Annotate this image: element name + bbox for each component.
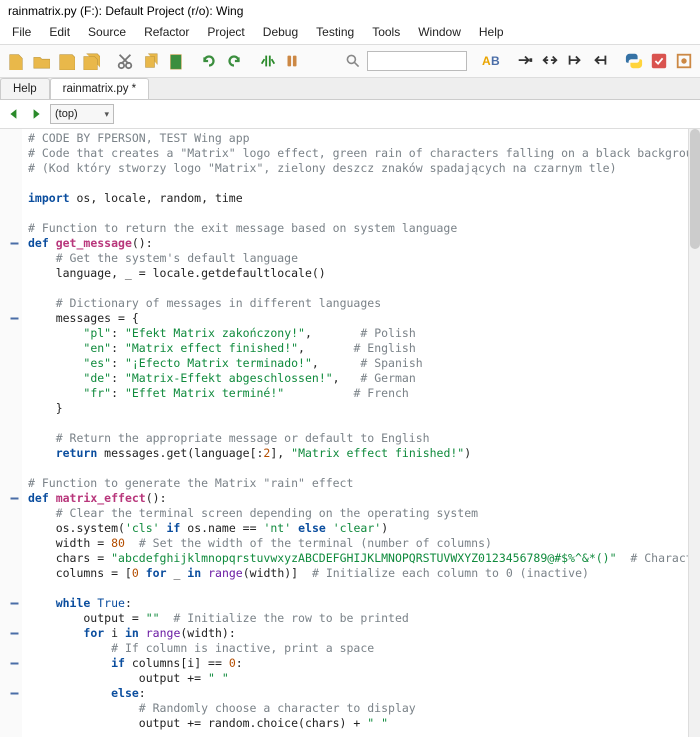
scope-label: (top) — [55, 108, 78, 120]
menu-file[interactable]: File — [4, 22, 39, 42]
menu-source[interactable]: Source — [80, 22, 134, 42]
svg-text:A: A — [482, 54, 491, 68]
scope-dropdown[interactable]: (top) ▾ — [50, 104, 114, 124]
stop-icon[interactable] — [590, 49, 611, 73]
new-file-icon[interactable] — [6, 49, 27, 73]
open-icon[interactable] — [31, 49, 52, 73]
window-title: rainmatrix.py (F:): Default Project (r/o… — [0, 0, 700, 20]
nav-forward[interactable] — [28, 106, 44, 122]
step-out-icon[interactable] — [565, 49, 586, 73]
save-icon[interactable] — [56, 49, 77, 73]
menu-bar: FileEditSourceRefactorProjectDebugTestin… — [0, 20, 700, 45]
menu-debug[interactable]: Debug — [255, 22, 306, 42]
vertical-scrollbar[interactable] — [688, 129, 700, 737]
code-editor: # CODE BY FPERSON, TEST Wing app # Code … — [0, 129, 700, 737]
cut-icon[interactable] — [115, 49, 136, 73]
toolbar: AB — [0, 45, 700, 78]
step-into-icon[interactable] — [515, 49, 536, 73]
search-icon[interactable] — [341, 49, 365, 73]
search-input[interactable] — [367, 51, 467, 71]
redo-icon[interactable] — [223, 49, 244, 73]
menu-testing[interactable]: Testing — [308, 22, 362, 42]
fold-marker[interactable] — [10, 659, 19, 668]
fold-marker[interactable] — [10, 494, 19, 503]
menu-refactor[interactable]: Refactor — [136, 22, 197, 42]
menu-help[interactable]: Help — [471, 22, 512, 42]
python-icon[interactable] — [624, 49, 645, 73]
fold-gutter[interactable] — [0, 129, 22, 737]
scrollbar-thumb[interactable] — [690, 129, 700, 249]
nav-bar: (top) ▾ — [0, 100, 700, 129]
tab-strip: Helprainmatrix.py * — [0, 78, 700, 100]
menu-project[interactable]: Project — [199, 22, 252, 42]
break-icon[interactable] — [282, 49, 303, 73]
svg-text:B: B — [491, 54, 500, 68]
chevron-down-icon: ▾ — [104, 109, 109, 120]
menu-tools[interactable]: Tools — [364, 22, 408, 42]
fold-marker[interactable] — [10, 689, 19, 698]
tab-rainmatrix-py-[interactable]: rainmatrix.py * — [50, 78, 150, 99]
refresh-icon[interactable] — [673, 49, 694, 73]
fold-marker[interactable] — [10, 629, 19, 638]
copy-icon[interactable] — [139, 49, 160, 73]
deploy-icon[interactable] — [648, 49, 669, 73]
step-over-icon[interactable] — [540, 49, 561, 73]
save-all-icon[interactable] — [81, 49, 102, 73]
fold-marker[interactable] — [10, 599, 19, 608]
code-area[interactable]: # CODE BY FPERSON, TEST Wing app # Code … — [22, 129, 688, 737]
menu-window[interactable]: Window — [410, 22, 469, 42]
fold-marker[interactable] — [10, 239, 19, 248]
undo-icon[interactable] — [198, 49, 219, 73]
menu-edit[interactable]: Edit — [41, 22, 78, 42]
tab-help[interactable]: Help — [0, 78, 50, 99]
replace-icon[interactable]: AB — [481, 49, 502, 73]
nav-back[interactable] — [6, 106, 22, 122]
paste-icon[interactable] — [164, 49, 185, 73]
search-icon[interactable] — [316, 49, 337, 73]
fold-marker[interactable] — [10, 314, 19, 323]
debug-icon[interactable] — [257, 49, 278, 73]
